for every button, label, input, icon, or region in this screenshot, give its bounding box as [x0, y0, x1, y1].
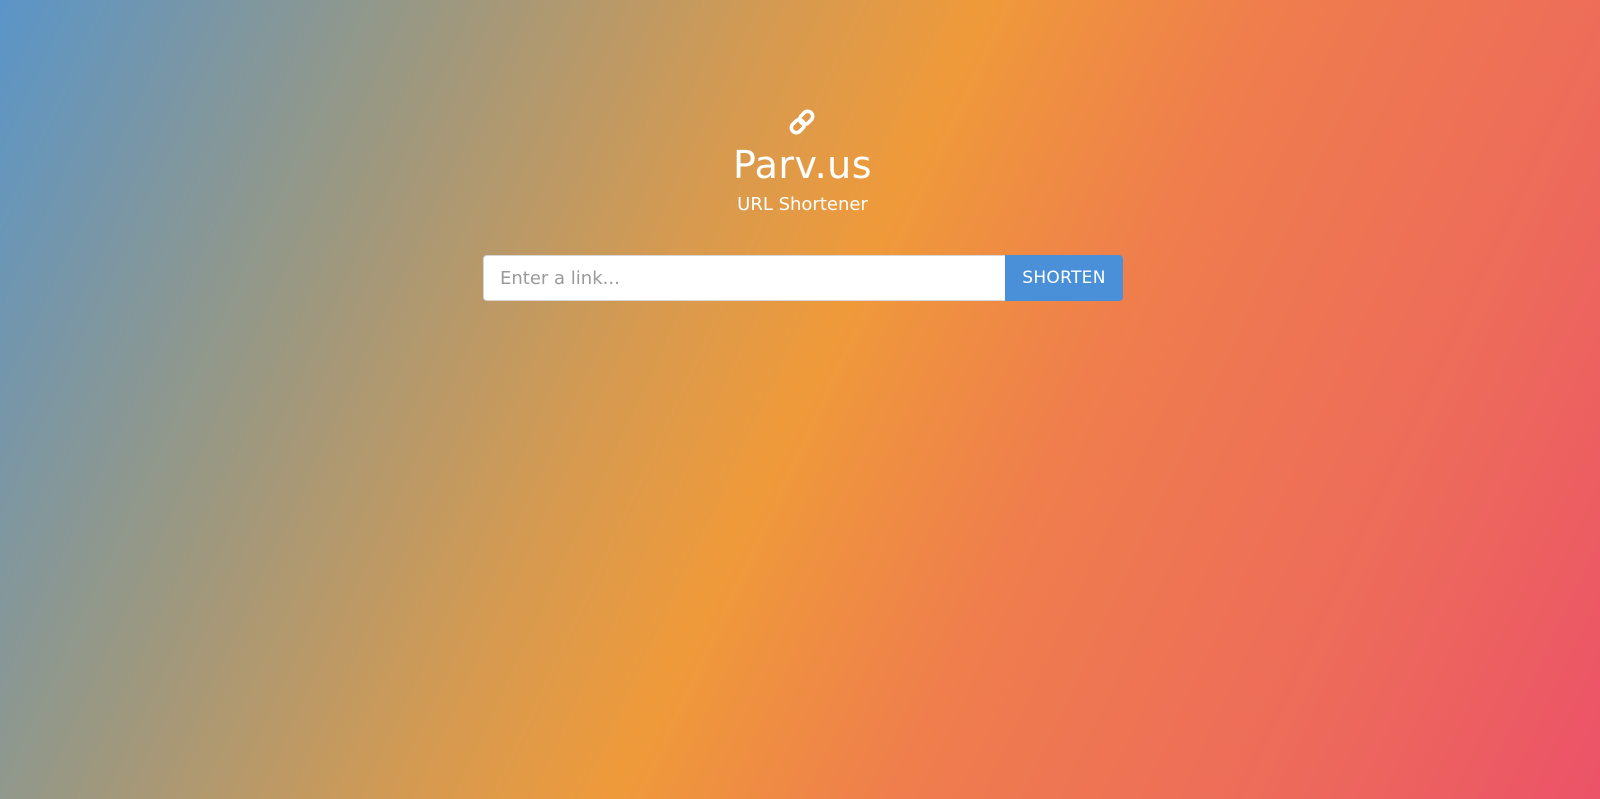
link-input[interactable] — [483, 255, 1005, 301]
link-icon — [789, 109, 815, 135]
site-subtitle: URL Shortener — [737, 194, 868, 215]
shorten-button[interactable]: SHORTEN — [1005, 255, 1123, 301]
shorten-form: SHORTEN — [483, 255, 1123, 301]
page-content: Parv.us URL Shortener SHORTEN — [0, 0, 1600, 799]
site-title: Parv.us — [732, 143, 873, 187]
